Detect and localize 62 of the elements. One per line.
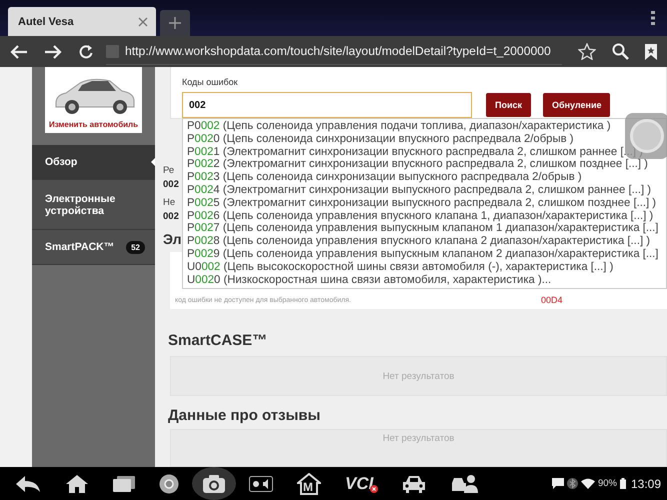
search-icon[interactable] (612, 43, 629, 60)
camera-button[interactable] (192, 467, 236, 500)
star-icon[interactable] (578, 43, 596, 60)
suggestion-item[interactable]: P0028 (Цепь соленоида управления впускного клапана 2 диапазон/характеристика [...] ) (187, 235, 650, 248)
circle-logo-icon[interactable] (159, 474, 179, 494)
suggestion-item[interactable]: P0023 (Цепь соленоида синхронизации выпускного распредвала 2/обрыв ) (187, 171, 582, 184)
result-text: 002 (163, 179, 179, 191)
m-app-button[interactable]: M (297, 472, 321, 494)
field-label: Коды ошибок (182, 77, 239, 87)
back-arrow-icon[interactable] (10, 44, 28, 60)
url-field[interactable]: http://www.workshopdata.com/touch/site/layout/modelDetail?typeId=t_2000000 (106, 38, 562, 65)
battery-icon (620, 478, 626, 489)
suggestion-item[interactable]: P0025 (Электромагнит синхронизации выпускного распредвала 2, слишком позднее [...] ) (187, 196, 656, 210)
menu-icon[interactable] (651, 11, 655, 25)
suggestion-item[interactable]: U0002 (Цепь высокоскоростной шины связи автомобиля (-), характеристика [...] ) (187, 260, 614, 274)
suggestion-item[interactable]: U0020 (Низкоскоростная шина связи автомобиля, характеристика )... (187, 274, 552, 286)
suggestion-item[interactable]: P0002 (Цепь соленоида управления подачи топлива, диапазон/характеристика ) (187, 120, 611, 133)
result-text: Не (163, 197, 176, 209)
suggestion-item[interactable]: P0026 (Цепь соленоида управления впускного клапана 1, диапазон/характеристика [...] ) (187, 210, 654, 222)
wifi-icon (580, 478, 595, 489)
section-heading: Эл (163, 231, 182, 247)
search-button[interactable]: Поиск (486, 93, 532, 117)
chat-icon (552, 478, 564, 489)
sidebar-item[interactable]: SmartPACK™ 52 (32, 230, 155, 265)
plus-icon (169, 17, 181, 29)
camera-icon (203, 474, 225, 492)
reload-icon[interactable] (78, 44, 94, 60)
suggestion-item[interactable]: P0027 (Цепь соленоида управления выпускным клапаном 1 диапазон/характеристика [...] (187, 222, 658, 236)
forward-arrow-icon[interactable] (44, 44, 62, 60)
suggestion-item[interactable]: P0020 (Цепь соленоида синхронизации впускного распредвала 2/обрыв ) (187, 132, 574, 146)
new-tab-button[interactable] (160, 10, 190, 36)
brightness-volume-icon[interactable] (249, 476, 273, 492)
back-icon[interactable] (15, 474, 41, 492)
sidebar-item[interactable]: Обзор (32, 145, 155, 180)
empty-message: Нет результатов (382, 370, 454, 382)
search-field[interactable]: 002 (182, 92, 472, 118)
section-heading: SmartCASE™ (168, 331, 268, 351)
sidebar-item[interactable]: Электронные устройства (32, 180, 155, 230)
car-technician-icon[interactable] (450, 474, 478, 494)
change-vehicle-link[interactable]: Изменить автомобиль (48, 120, 138, 129)
close-icon[interactable] (138, 16, 148, 26)
recent-apps-icon[interactable] (113, 476, 135, 492)
section-heading: Данные про отзывы (168, 406, 322, 426)
clock: 13:09 (630, 476, 661, 490)
page-icon (106, 44, 119, 58)
house-outline-icon (297, 472, 321, 494)
suggestion-item[interactable]: P0029 (Цепь соленоида управления выпускным клапаном 2 диапазон/характеристика [...] (187, 248, 658, 261)
error-code: 00D4 (540, 295, 562, 305)
home-icon[interactable] (65, 474, 89, 494)
vci-button[interactable]: VCI (345, 474, 378, 494)
battery-percent: 90% (598, 478, 617, 489)
bluetooth-icon (566, 478, 578, 489)
reset-button[interactable]: Обнуление (543, 93, 610, 117)
count-badge: 52 (126, 240, 145, 254)
bookmark-icon[interactable] (645, 44, 657, 60)
result-text: Ре (163, 165, 174, 177)
suggestion-item[interactable]: P0024 (Электромагнит синхронизации выпускного распредвала 2, слишком раннее [...] ) (187, 184, 652, 197)
car-icon[interactable] (402, 474, 426, 492)
suggestion-item[interactable]: P0022 (Электромагнит синхронизации впускного распредвала 2, слишком позднее [...] ) (187, 158, 648, 172)
empty-message: Нет результатов (382, 433, 454, 444)
result-text: 002 (163, 211, 179, 223)
browser-tab[interactable]: Autel Vesa (8, 7, 156, 36)
